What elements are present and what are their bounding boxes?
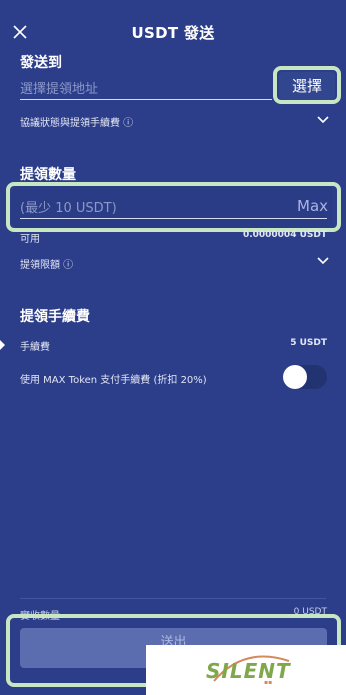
- max-token-toggle[interactable]: [283, 365, 327, 389]
- address-input[interactable]: 選擇提領地址: [20, 78, 98, 97]
- side-marker-icon: [0, 340, 5, 350]
- select-address-button[interactable]: 選擇: [279, 72, 335, 100]
- send-to-label: 發送到: [20, 55, 62, 71]
- limit-row-label[interactable]: 提領限額 ⓘ: [20, 256, 73, 271]
- watermark-brand-text: SILENT: [206, 659, 291, 683]
- page-title: USDT 發送: [131, 24, 215, 42]
- available-value: 0.0000004 USDT: [242, 230, 327, 240]
- max-token-label: 使用 MAX Token 支付手續費 (折扣 20%): [20, 375, 207, 386]
- footer-divider: [20, 598, 326, 599]
- chevron-down-icon[interactable]: [317, 116, 329, 124]
- amount-label: 提領數量: [20, 167, 76, 183]
- watermark-logo: SILENT ▪▪: [146, 645, 346, 695]
- protocol-row-label[interactable]: 協議狀態與提領手續費 ⓘ: [20, 114, 133, 129]
- fee-value: 5 USDT: [290, 338, 327, 348]
- amount-underline: [20, 218, 327, 219]
- address-underline: [20, 99, 272, 100]
- available-label: 可用: [20, 234, 40, 245]
- toggle-knob: [283, 365, 307, 389]
- chevron-down-icon[interactable]: [317, 257, 329, 265]
- max-button[interactable]: Max: [297, 197, 328, 215]
- fee-label: 手續費: [20, 342, 50, 353]
- amount-input[interactable]: (最少 10 USDT): [20, 197, 117, 216]
- fee-section-label: 提領手續費: [20, 309, 90, 325]
- watermark-sub-mark: ▪▪: [264, 679, 273, 686]
